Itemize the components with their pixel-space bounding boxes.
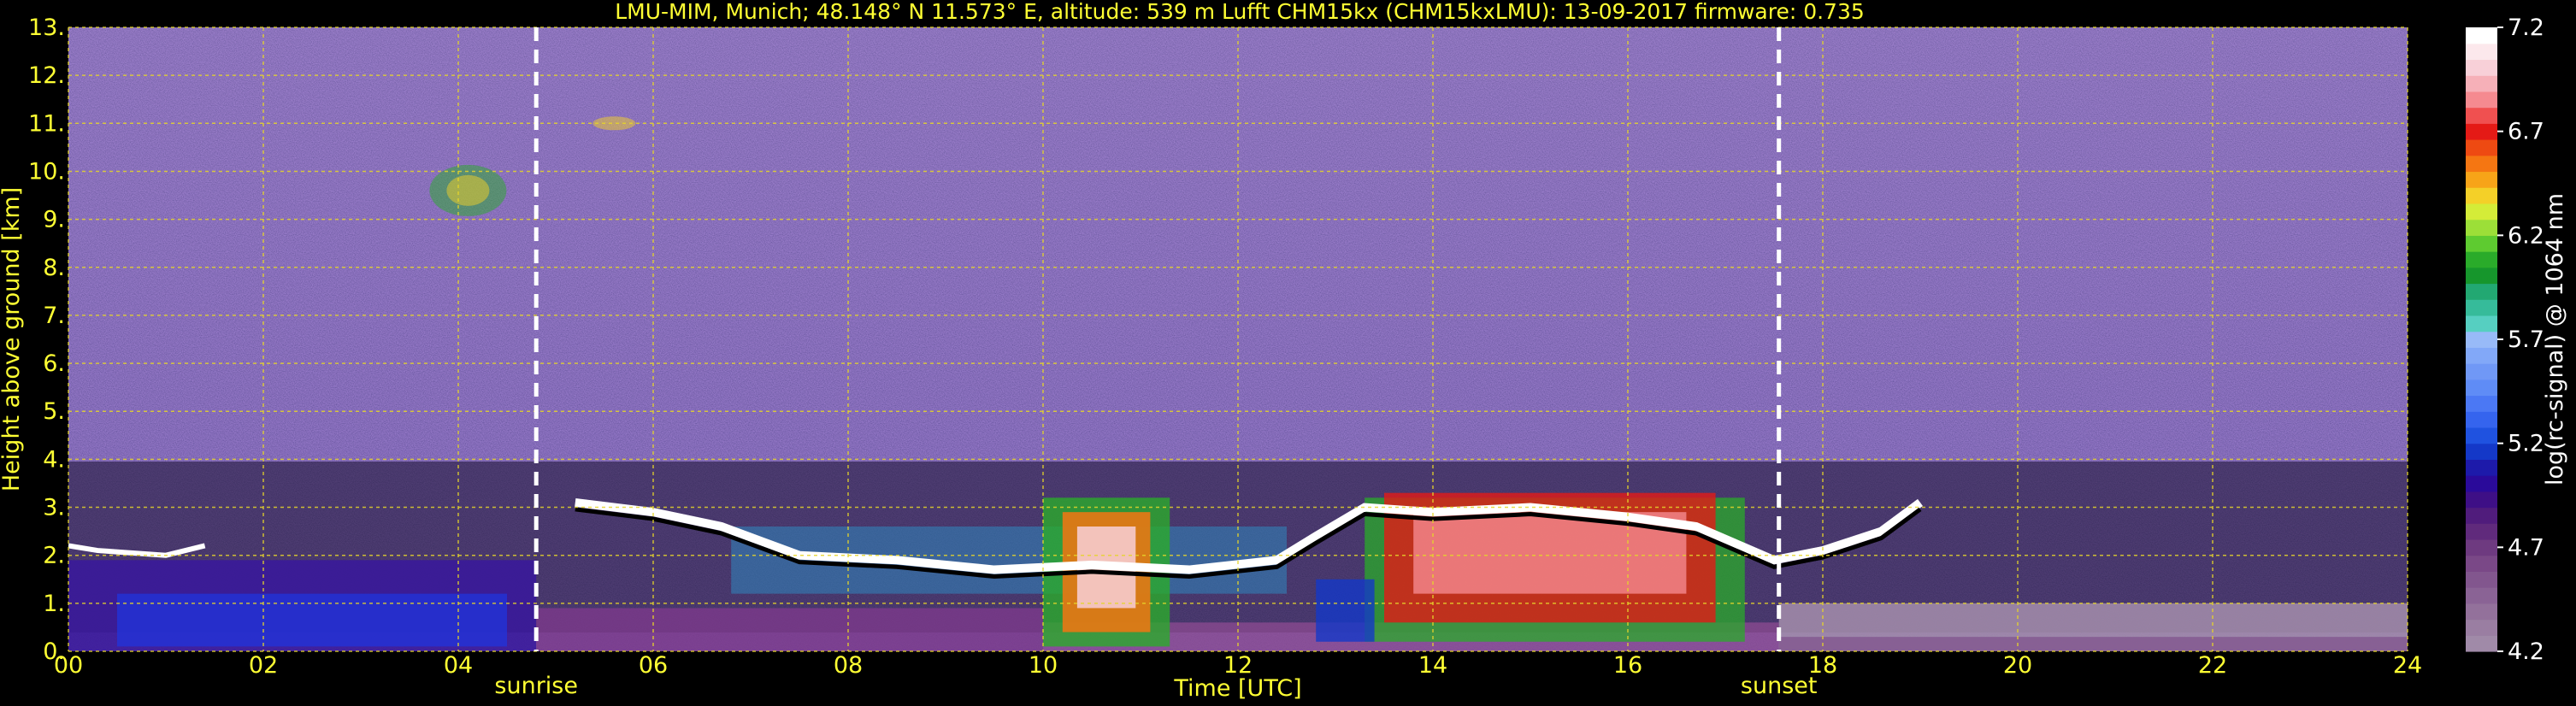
ceilometer-chart: sunrise sunset 00 02 04 06 08 10 12 14 16 18 20 22 24… xyxy=(0,0,2568,702)
x-tick-label: 18 xyxy=(1808,652,1837,679)
colorbar-segment xyxy=(2466,635,2497,652)
colorbar-tick-label: 5.2 xyxy=(2508,431,2544,457)
colorbar-segment xyxy=(2466,299,2497,316)
x-tick-label: 20 xyxy=(2003,652,2032,679)
colorbar-segment xyxy=(2466,203,2497,221)
y-tick-label: 3. xyxy=(43,495,65,521)
colorbar-segment xyxy=(2466,523,2497,540)
colorbar-segment xyxy=(2466,315,2497,332)
sun-marker-label: sunrise xyxy=(494,673,578,699)
colorbar-segment xyxy=(2466,619,2497,636)
y-tick-label: 11. xyxy=(28,110,65,137)
x-axis-label: Time [UTC] xyxy=(1173,675,1301,702)
x-tick-label: 16 xyxy=(1613,652,1642,679)
colorbar-segment xyxy=(2466,43,2497,61)
y-tick-label: 9. xyxy=(43,207,65,233)
colorbar-segment xyxy=(2466,411,2497,428)
x-tick-label: 22 xyxy=(2198,652,2227,679)
colorbar-segment xyxy=(2466,491,2497,509)
y-tick-labels: 0. 1. 2. 3. 4. 5. 6. 7. 8. 9. 10. 11. 12. 13. xyxy=(28,15,65,665)
colorbar-tick-label: 6.7 xyxy=(2508,119,2544,145)
x-tick-label: 08 xyxy=(834,652,863,679)
colorbar-segment xyxy=(2466,603,2497,621)
colorbar-segment xyxy=(2466,555,2497,573)
colorbar-segment xyxy=(2466,507,2497,524)
colorbar-segment xyxy=(2466,27,2497,44)
colorbar-segment xyxy=(2466,331,2497,348)
colorbar-segment xyxy=(2466,75,2497,92)
plot-area xyxy=(68,27,2408,651)
colorbar-segment xyxy=(2466,139,2497,156)
colorbar-segment xyxy=(2466,91,2497,109)
colorbar-segment xyxy=(2466,251,2497,268)
y-tick-label: 1. xyxy=(43,591,65,617)
colorbar-segment xyxy=(2466,187,2497,204)
colorbar-tick-label: 4.2 xyxy=(2508,638,2544,665)
colorbar-segment xyxy=(2466,107,2497,124)
colorbar-segment xyxy=(2466,123,2497,140)
colorbar-segment xyxy=(2466,475,2497,492)
y-tick-label: 0. xyxy=(43,638,65,665)
y-tick-label: 2. xyxy=(43,543,65,569)
y-tick-label: 7. xyxy=(43,303,65,329)
y-tick-label: 4. xyxy=(43,446,65,473)
colorbar-segment xyxy=(2466,587,2497,604)
y-tick-label: 10. xyxy=(28,158,65,185)
x-tick-label: 24 xyxy=(2393,652,2422,679)
colorbar-segment xyxy=(2466,267,2497,285)
colorbar-segment xyxy=(2466,59,2497,76)
colorbar-segment xyxy=(2466,571,2497,588)
chart-title: LMU-MIM, Munich; 48.148° N 11.573° E, al… xyxy=(615,0,1865,24)
colorbar-segment xyxy=(2466,379,2497,397)
colorbar-tick-label: 7.2 xyxy=(2508,15,2544,41)
colorbar-tick-label: 5.7 xyxy=(2508,327,2544,353)
colorbar-segment xyxy=(2466,235,2497,252)
colorbar-segment xyxy=(2466,538,2497,556)
colorbar-segment xyxy=(2466,219,2497,236)
x-tick-label: 14 xyxy=(1418,652,1447,679)
sun-marker-label: sunset xyxy=(1741,673,1818,699)
y-tick-label: 5. xyxy=(43,398,65,425)
colorbar-tick-label: 6.2 xyxy=(2508,222,2544,249)
colorbar-segment xyxy=(2466,283,2497,300)
y-tick-label: 12. xyxy=(28,62,65,89)
x-tick-label: 10 xyxy=(1029,652,1058,679)
colorbar-segment xyxy=(2466,363,2497,380)
x-tick-label: 02 xyxy=(249,652,278,679)
y-axis-label: Height above ground [km] xyxy=(0,187,25,491)
colorbar-segment xyxy=(2466,347,2497,364)
x-tick-label: 04 xyxy=(444,652,473,679)
colorbar-segment xyxy=(2466,459,2497,476)
colorbar-segment xyxy=(2466,171,2497,188)
colorbar-segment xyxy=(2466,443,2497,460)
colorbar-label: log(rc-signal) @ 1064 nm xyxy=(2542,193,2568,485)
y-tick-label: 6. xyxy=(43,350,65,377)
y-tick-label: 13. xyxy=(28,15,65,41)
y-tick-label: 8. xyxy=(43,255,65,281)
colorbar-segment xyxy=(2466,395,2497,412)
colorbar: 4.2 4.7 5.2 5.7 6.2 6.7 7.2 xyxy=(2466,15,2544,665)
colorbar-segment xyxy=(2466,427,2497,444)
x-tick-label: 06 xyxy=(639,652,668,679)
colorbar-tick-label: 4.7 xyxy=(2508,534,2544,561)
colorbar-segment xyxy=(2466,155,2497,173)
